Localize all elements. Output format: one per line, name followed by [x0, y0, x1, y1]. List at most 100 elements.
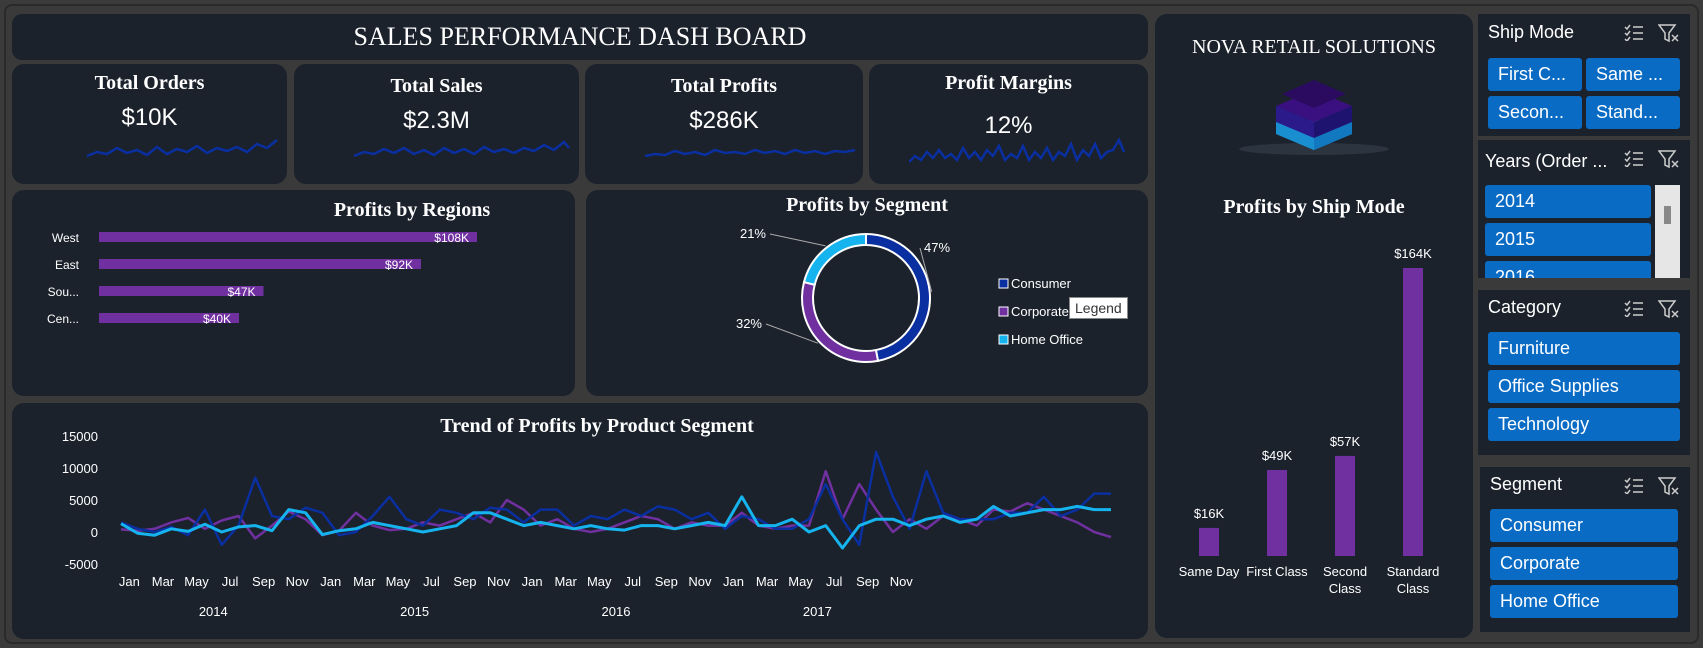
slicer-item-furniture[interactable]: Furniture	[1488, 332, 1680, 365]
legend-entry: Home Office	[1011, 332, 1083, 347]
segment-slice	[865, 232, 931, 363]
kpi-value: $2.3M	[403, 107, 470, 134]
segment-leader-line	[769, 233, 826, 247]
legend-swatch	[998, 306, 1009, 317]
x-tick-label: Nov	[688, 574, 712, 589]
sparkline	[645, 148, 856, 158]
x-tick-label: May	[184, 574, 209, 589]
kpi-profit-margins[interactable]: Profit Margins 12%	[869, 64, 1148, 184]
x-tick-label: Sep	[655, 574, 678, 589]
slicer-item-standard-class[interactable]: Stand...	[1586, 96, 1680, 129]
slicer-years: Years (Order ... 2014 2015 2016	[1478, 140, 1690, 278]
scrollbar-thumb[interactable]	[1664, 206, 1671, 224]
slicer-ship-mode: Ship Mode First C... Same ... Secon... S…	[1478, 14, 1690, 136]
clear-filter-icon[interactable]	[1658, 149, 1680, 169]
trend-panel: Trend of Profits by Product Segment 1500…	[12, 403, 1148, 639]
shipmode-bar	[1403, 268, 1423, 556]
x-tick-label: Jul	[423, 574, 440, 589]
y-tick-label: 5000	[69, 493, 98, 508]
slicer-title: Ship Mode	[1488, 22, 1575, 42]
kpi-title: Total Profits	[670, 75, 778, 97]
kpi-value: $286K	[689, 107, 759, 134]
segment-data-label: 32%	[736, 316, 762, 331]
shipmode-bar	[1335, 455, 1355, 556]
slicer-item-corporate[interactable]: Corporate	[1490, 547, 1678, 580]
slicer-item-same-day[interactable]: Same ...	[1586, 58, 1680, 91]
kpi-total-sales[interactable]: Total Sales $2.3M	[294, 64, 579, 184]
slicer-item-consumer[interactable]: Consumer	[1490, 509, 1678, 542]
y-tick-label: 0	[91, 525, 98, 540]
kpi-title: Total Sales	[390, 75, 483, 97]
segment-data-label: 47%	[924, 240, 950, 255]
kpi-total-profits[interactable]: Total Profits $286K	[585, 64, 863, 184]
slicer-item-2014[interactable]: 2014	[1485, 185, 1651, 218]
clear-filter-icon[interactable]	[1658, 299, 1680, 319]
sparkline	[86, 139, 278, 158]
slicer-item-office-supplies[interactable]: Office Supplies	[1488, 370, 1680, 403]
shipmode-category-label: Class	[1329, 581, 1362, 596]
x-tick-label: Jan	[320, 574, 341, 589]
regions-panel: Profits by Regions West $108K East $92K Sou.…	[12, 190, 575, 396]
slicer-item-second-class[interactable]: Secon...	[1488, 96, 1582, 129]
slicer-segment: Segment Consumer Corporate Home Office	[1480, 467, 1690, 632]
slicer-title: Years (Order ...	[1485, 151, 1608, 171]
slicer-item-technology[interactable]: Technology	[1488, 408, 1680, 441]
multi-select-icon[interactable]	[1624, 299, 1644, 317]
slicer-title: Segment	[1490, 474, 1563, 494]
segment-chart: 47% 32% 21% Consumer Corporate Home Office	[736, 226, 1083, 363]
region-category-label: Cen...	[47, 312, 79, 326]
region-bar	[99, 232, 477, 242]
y-tick-label: -5000	[65, 557, 98, 572]
sparkline-line	[909, 137, 1126, 163]
x-tick-label: Jul	[624, 574, 641, 589]
slicer-category: Category Furniture Office Supplies Techn…	[1478, 290, 1690, 455]
sparkline	[909, 137, 1126, 163]
kpi-title: Total Orders	[94, 72, 205, 94]
year-label: 2015	[400, 604, 429, 619]
x-tick-label: Sep	[453, 574, 476, 589]
kpi-title: Profit Margins	[945, 72, 1072, 94]
segment-slice	[802, 232, 867, 287]
kpi-value: $10K	[121, 104, 178, 131]
region-category-label: East	[55, 258, 80, 272]
x-tick-label: Jan	[119, 574, 140, 589]
region-data-label: $40K	[203, 312, 231, 326]
multi-select-icon[interactable]	[1624, 476, 1644, 494]
shipmode-category-label: Second	[1323, 564, 1367, 579]
slicer-item-2016[interactable]: 2016	[1485, 261, 1651, 278]
years-scrollbar[interactable]	[1655, 185, 1680, 278]
x-tick-label: Nov	[286, 574, 310, 589]
shipmode-category-label: Class	[1397, 581, 1430, 596]
shipmode-data-label: $164K	[1394, 246, 1432, 261]
multi-select-icon[interactable]	[1624, 149, 1644, 167]
y-tick-label: 10000	[62, 461, 98, 476]
shipmode-data-label: $57K	[1330, 434, 1361, 449]
clear-filter-icon[interactable]	[1658, 23, 1680, 43]
y-tick-label: 15000	[62, 429, 98, 444]
slicer-item-2015[interactable]: 2015	[1485, 223, 1651, 256]
slicer-item-home-office[interactable]: Home Office	[1490, 585, 1678, 618]
region-bar	[99, 259, 421, 269]
x-tick-label: Mar	[756, 574, 779, 589]
legend-tooltip: Legend	[1069, 297, 1128, 319]
sparkline-line	[354, 140, 570, 158]
shipmode-data-label: $49K	[1262, 448, 1293, 463]
shipmode-category-label: Standard	[1387, 564, 1440, 579]
company-panel: NOVA RETAIL SOLUTIONS Profits by Ship Mo…	[1155, 14, 1473, 638]
multi-select-icon[interactable]	[1624, 23, 1644, 41]
region-data-label: $92K	[385, 258, 413, 272]
shipmode-category-label: First Class	[1246, 564, 1308, 579]
x-tick-label: Mar	[554, 574, 577, 589]
x-tick-label: Mar	[353, 574, 376, 589]
dashboard-title: SALES PERFORMANCE DASH BOARD	[353, 22, 807, 51]
slicer-item-first-class[interactable]: First C...	[1488, 58, 1582, 91]
x-tick-label: Nov	[890, 574, 914, 589]
years-list: 2014 2015 2016	[1485, 185, 1653, 278]
region-data-label: $108K	[434, 231, 469, 245]
shipmode-category-label: Same Day	[1179, 564, 1240, 579]
x-tick-label: Jan	[723, 574, 744, 589]
clear-filter-icon[interactable]	[1658, 476, 1680, 496]
region-category-label: West	[52, 231, 80, 245]
kpi-total-orders[interactable]: Total Orders $10K	[12, 64, 287, 184]
region-data-label: $47K	[227, 285, 255, 299]
